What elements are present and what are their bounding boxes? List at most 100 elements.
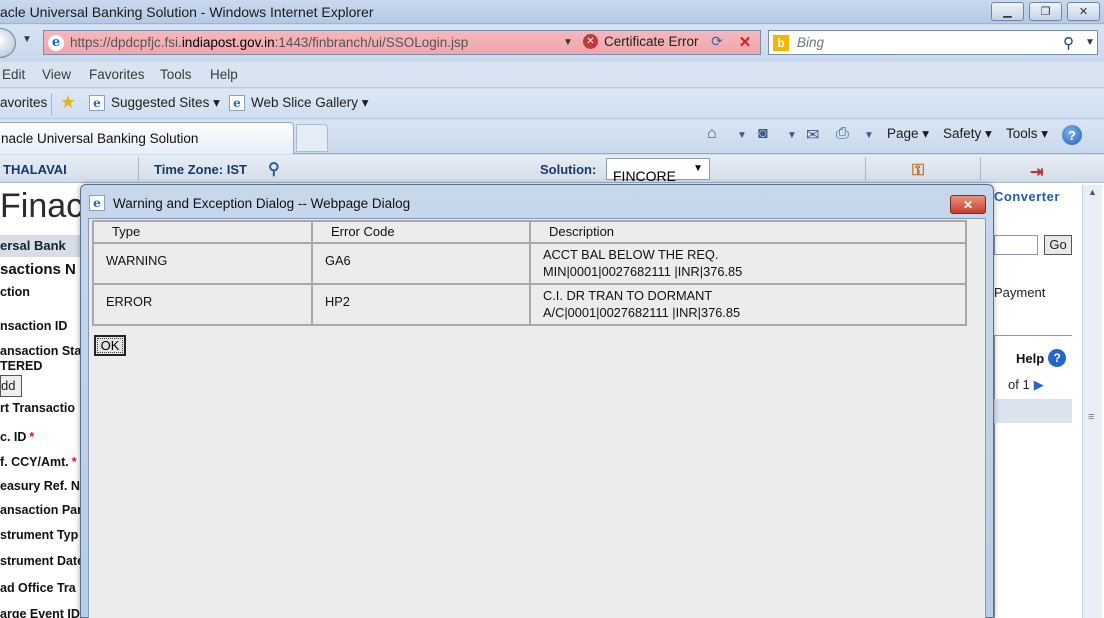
cell-error-code: HP2 bbox=[311, 283, 531, 326]
field-label-transaction-particulars: ansaction Par bbox=[0, 503, 82, 517]
solution-value: FINCORE bbox=[613, 168, 676, 184]
field-label-ref-ccy-amt: f. CCY/Amt. * bbox=[0, 455, 77, 469]
scroll-up-icon[interactable]: ▲ bbox=[1088, 187, 1097, 197]
table-header-row: Type Error Code Description bbox=[92, 220, 967, 244]
chevron-down-icon: ▼ bbox=[693, 163, 703, 174]
tools-menu[interactable]: Tools ▾ bbox=[1006, 126, 1048, 142]
user-name: THALAVAI bbox=[3, 162, 67, 177]
tab-finacle[interactable]: nacle Universal Banking Solution bbox=[0, 122, 294, 154]
field-label-account-id: c. ID * bbox=[0, 430, 34, 444]
converter-link[interactable]: Converter bbox=[994, 189, 1060, 204]
restore-button[interactable]: ❐ bbox=[1029, 2, 1062, 21]
solution-label: Solution: bbox=[540, 162, 597, 177]
key-icon[interactable]: ⚿ bbox=[912, 162, 924, 180]
column-header-description: Description bbox=[529, 220, 967, 244]
menu-help[interactable]: Help bbox=[210, 67, 238, 82]
solution-select[interactable]: FINCORE ▼ bbox=[606, 158, 710, 184]
help-icon[interactable]: ? bbox=[1062, 125, 1082, 145]
exceptions-table: Type Error Code Description WARNING GA6 … bbox=[92, 220, 967, 326]
label-text: f. CCY/Amt. bbox=[0, 455, 69, 469]
new-tab-button[interactable] bbox=[296, 124, 328, 152]
page-menu[interactable]: Page ▾ bbox=[887, 126, 929, 142]
certificate-error-label: Certificate Error bbox=[604, 34, 699, 49]
quick-input[interactable] bbox=[994, 235, 1038, 255]
feeds-icon[interactable]: ◙ bbox=[758, 125, 768, 143]
url-prefix: https://dpdcpfjc.fsi. bbox=[70, 35, 182, 50]
address-dropdown-icon[interactable]: ▼ bbox=[563, 37, 573, 48]
divider bbox=[980, 157, 981, 181]
address-field[interactable]: e https://dpdcpfjc.fsi.indiapost.gov.in:… bbox=[43, 30, 761, 55]
help-link[interactable]: Help? bbox=[1016, 349, 1067, 367]
label-text: c. ID bbox=[0, 430, 27, 444]
favorites-bar: avorites ★ e Suggested Sites ▾ e Web Slice… bbox=[0, 89, 1104, 119]
field-label-action: ction bbox=[0, 285, 30, 299]
search-box[interactable]: b ⚲ ▼ bbox=[768, 30, 1098, 55]
search-options-dropdown-icon[interactable]: ▼ bbox=[1085, 37, 1095, 48]
field-label-instrument-type: strument Typ bbox=[0, 528, 79, 542]
required-marker: * bbox=[71, 455, 77, 469]
ie-page-icon: e bbox=[229, 95, 245, 111]
restore-icon: ❐ bbox=[1040, 6, 1051, 18]
safety-menu[interactable]: Safety ▾ bbox=[943, 126, 992, 142]
address-url[interactable]: https://dpdcpfjc.fsi.indiapost.gov.in:14… bbox=[70, 35, 468, 50]
field-label-instrument-date: strument Date bbox=[0, 554, 85, 568]
suggested-sites-link[interactable]: e Suggested Sites ▾ bbox=[89, 95, 220, 111]
read-mail-icon[interactable]: ✉ bbox=[806, 125, 819, 145]
certificate-error-button[interactable]: ✕ Certificate Error bbox=[583, 34, 699, 49]
favorites-button[interactable]: avorites bbox=[0, 95, 47, 110]
certificate-error-icon: ✕ bbox=[583, 34, 598, 49]
close-icon: ✕ bbox=[962, 197, 974, 212]
divider bbox=[865, 157, 866, 181]
minimize-icon: ▁ bbox=[1003, 6, 1012, 18]
window-close-button[interactable]: ✕ bbox=[1067, 2, 1100, 21]
pager-text: of 1 bbox=[1008, 377, 1030, 392]
print-icon[interactable]: ⎙ bbox=[836, 125, 849, 143]
field-label-charge-event-id: arge Event ID bbox=[0, 607, 80, 618]
url-suffix: :1443/finbranch/ui/SSOLogin.jsp bbox=[274, 35, 469, 50]
add-button[interactable]: dd bbox=[0, 375, 22, 397]
product-band: ersal Bank bbox=[0, 235, 82, 257]
ok-button[interactable]: OK bbox=[94, 335, 126, 356]
required-marker: * bbox=[29, 430, 35, 444]
home-icon[interactable]: ⌂ bbox=[707, 125, 717, 143]
add-favorite-star-icon[interactable]: ★ bbox=[60, 92, 76, 113]
next-page-icon[interactable]: ▶ bbox=[1034, 377, 1044, 392]
go-button[interactable]: Go bbox=[1044, 235, 1072, 255]
description-line: ACCT BAL BELOW THE REQ. bbox=[543, 247, 719, 262]
field-label-treasury-ref: easury Ref. N bbox=[0, 479, 80, 493]
minimize-button[interactable]: ▁ bbox=[991, 2, 1024, 21]
vertical-scrollbar[interactable]: ▲ ≡ bbox=[1082, 185, 1102, 618]
field-value-status: TERED bbox=[0, 359, 43, 373]
home-dropdown-icon[interactable]: ▼ bbox=[737, 130, 747, 141]
session-info-bar: THALAVAI Time Zone: IST ⚲ Solution: FINC… bbox=[0, 155, 1104, 184]
refresh-icon[interactable]: ⟳ bbox=[706, 33, 728, 52]
back-button[interactable] bbox=[0, 28, 16, 58]
search-icon[interactable]: ⚲ bbox=[1063, 34, 1074, 52]
ie-page-icon: e bbox=[89, 195, 105, 211]
recent-pages-dropdown-icon[interactable]: ▼ bbox=[22, 34, 32, 45]
web-slice-gallery-link[interactable]: e Web Slice Gallery ▾ bbox=[229, 95, 369, 111]
ie-page-icon: e bbox=[48, 34, 64, 51]
feeds-dropdown-icon[interactable]: ▼ bbox=[787, 130, 797, 141]
menu-view[interactable]: View bbox=[42, 67, 71, 82]
tab-bar: nacle Universal Banking Solution ⌂ ▼ ◙ ▼… bbox=[0, 120, 1104, 154]
time-zone: Time Zone: IST bbox=[154, 162, 247, 177]
logout-icon[interactable]: ⇥ bbox=[1030, 162, 1043, 182]
dialog-body: Type Error Code Description WARNING GA6 … bbox=[88, 218, 986, 618]
menu-favorites[interactable]: Favorites bbox=[89, 67, 145, 82]
address-toolbar: ▼ e https://dpdcpfjc.fsi.indiapost.gov.i… bbox=[0, 25, 1104, 61]
divider bbox=[138, 157, 139, 181]
dialog-close-button[interactable]: ✕ bbox=[950, 195, 986, 214]
column-header-type: Type bbox=[92, 220, 313, 244]
description-line: C.I. DR TRAN TO DORMANT bbox=[543, 288, 713, 303]
menu-edit[interactable]: Edit bbox=[2, 67, 25, 82]
side-panel-band bbox=[994, 399, 1072, 423]
column-header-error-code: Error Code bbox=[311, 220, 531, 244]
finacle-logo: Finac bbox=[0, 187, 84, 225]
search-icon[interactable]: ⚲ bbox=[268, 159, 280, 179]
print-dropdown-icon[interactable]: ▼ bbox=[864, 130, 874, 141]
scroll-grip-icon[interactable]: ≡ bbox=[1088, 411, 1094, 423]
menu-tools[interactable]: Tools bbox=[160, 67, 192, 82]
search-input[interactable] bbox=[797, 35, 1057, 50]
stop-icon[interactable]: ✕ bbox=[734, 33, 756, 52]
